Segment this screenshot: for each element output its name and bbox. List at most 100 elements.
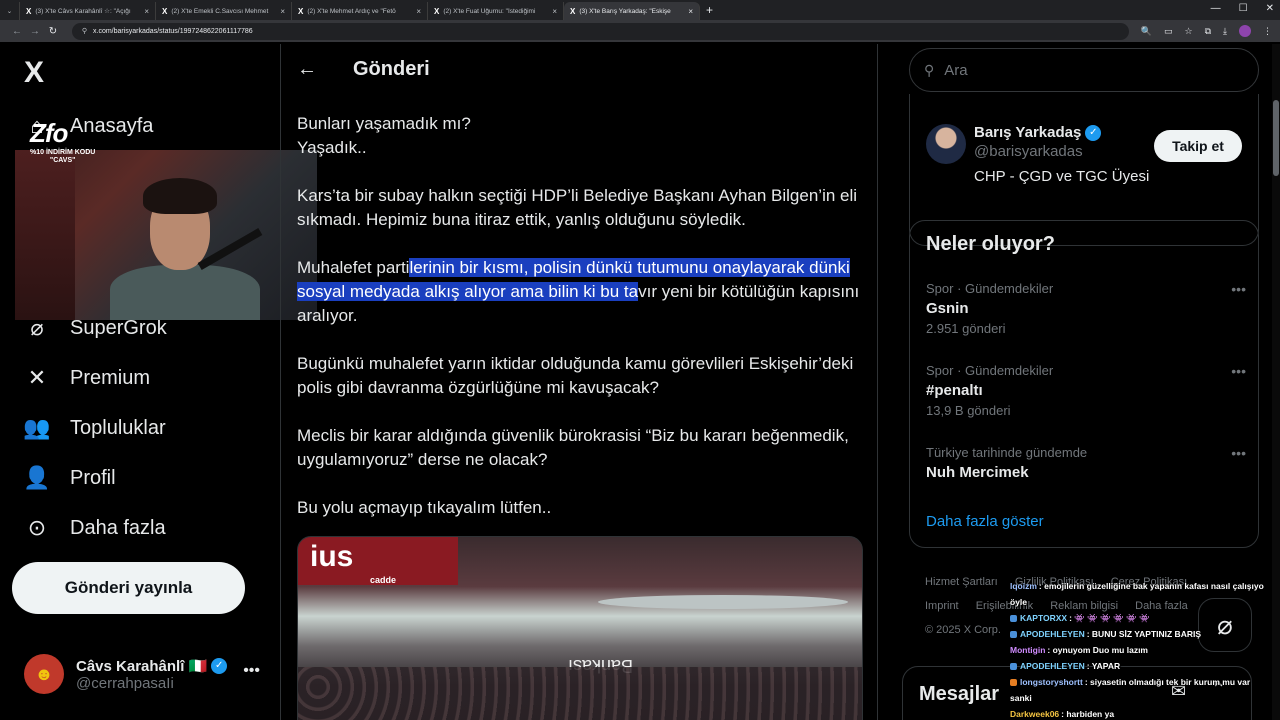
tweet-line: Yaşadık..: [297, 138, 367, 157]
minimize-icon[interactable]: —: [1211, 3, 1221, 14]
avatar: ☻: [24, 654, 64, 694]
trend-item[interactable]: Türkiye tarihinde gündemde Nuh Mercimek …: [926, 445, 1246, 481]
post-header: ← Gönderi: [281, 44, 877, 94]
close-window-icon[interactable]: ✕: [1266, 3, 1274, 14]
tweet-text: Bunları yaşamadık mı? Yaşadık.. Kars’ta b…: [297, 112, 867, 544]
trend-item[interactable]: Spor · Gündemdekiler Gsnin 2.951 gönderi…: [926, 281, 1246, 336]
trend-count: 13,9 B gönderi: [926, 403, 1011, 418]
more-dots-icon[interactable]: •••: [1231, 445, 1246, 461]
chat-text: : harbiden ya: [1061, 709, 1115, 719]
x-favicon-icon: X: [162, 6, 168, 16]
tweet-media-image[interactable]: ius cadde Bankası: [297, 536, 863, 720]
x-logo-icon[interactable]: X: [24, 56, 44, 90]
reload-icon[interactable]: ↻: [44, 26, 62, 37]
tweet-paragraph: Bu yolu açmayıp tıkayalım lütfen..: [297, 498, 552, 517]
tab-list-button[interactable]: ⌄: [0, 2, 20, 20]
trends-panel: Neler oluyor? Spor · Gündemdekiler Gsnin…: [909, 220, 1259, 548]
nav-label: Topluluklar: [70, 416, 166, 439]
search-input[interactable]: [944, 61, 1225, 79]
site-info-icon[interactable]: ⚲: [82, 27, 87, 35]
close-icon[interactable]: ×: [280, 7, 285, 16]
show-more-link[interactable]: Daha fazla göster: [926, 513, 1044, 530]
trends-title: Neler oluyor?: [926, 233, 1055, 255]
browser-tab[interactable]: X (2) X'te Fuat Uğurnu: "İstediğimi ×: [428, 2, 564, 20]
new-tab-button[interactable]: +: [706, 3, 713, 17]
back-icon[interactable]: ←: [8, 26, 26, 37]
nav-item-communities[interactable]: 👥 Topluluklar: [22, 408, 166, 448]
footer-link[interactable]: Hizmet Şartları: [925, 576, 998, 588]
close-icon[interactable]: ×: [688, 7, 693, 16]
x-favicon-icon: X: [570, 6, 576, 16]
maximize-icon[interactable]: ☐: [1239, 3, 1248, 14]
cast-icon[interactable]: ▭: [1164, 26, 1173, 37]
chat-message: Darkweek06: harbiden ya: [1010, 706, 1272, 720]
chat-message: longstoryshortt: siyasetin olmadığı tek …: [1010, 674, 1272, 706]
author-name-row[interactable]: Barış Yarkadaş ✓: [974, 124, 1149, 141]
communities-icon: 👥: [23, 415, 51, 440]
tweet-paragraph: Kars’ta bir subay halkın seçtiği HDP’li …: [297, 186, 858, 229]
chat-text: : emojilerin güzelliğine bak yapanın kaf…: [1010, 581, 1264, 607]
browser-tab-strip: ⌄ X (3) X'te Câvs Karahânlî ☆: "Açığı × X(…: [0, 0, 1280, 20]
chat-text: : 👾 👾 👾 👾 👾 👾: [1069, 613, 1150, 623]
trend-name: #penaltı: [926, 382, 983, 399]
close-icon[interactable]: ×: [552, 7, 557, 16]
url-field[interactable]: ⚲ x.com/barisyarkadas/status/199724862206…: [71, 22, 1129, 40]
profile-avatar[interactable]: [1239, 25, 1252, 37]
chat-username: KAPTORXX: [1020, 613, 1068, 623]
trend-meta: Türkiye tarihinde gündemde: [926, 445, 1088, 460]
zoom-icon[interactable]: 🔍: [1141, 26, 1152, 37]
chat-message: APODEHLEYEN: YAPAR: [1010, 658, 1272, 674]
menu-icon[interactable]: ⋮: [1263, 26, 1272, 37]
more-dots-icon[interactable]: •••: [1231, 363, 1246, 379]
author-handle: @barisyarkadas: [974, 143, 1083, 160]
chat-badge-icon: [1010, 615, 1017, 623]
account-switcher[interactable]: ☻ Câvs Karahânlî 🇮🇹 ✓ @cerrahpasaIi •••: [24, 652, 264, 696]
media-bus-shelter: [598, 595, 848, 609]
search-box[interactable]: ⚲: [909, 48, 1259, 92]
chat-text: : BUNU SİZ YAPTINIZ BARIŞ: [1086, 629, 1202, 639]
extensions-icon[interactable]: ⧉: [1205, 26, 1211, 37]
page-scrollbar[interactable]: [1272, 44, 1280, 720]
follow-button[interactable]: Takip et: [1154, 130, 1242, 162]
scrollbar-thumb[interactable]: [1273, 100, 1279, 176]
close-icon[interactable]: ×: [144, 7, 149, 16]
browser-tab[interactable]: X (3) X'te Câvs Karahânlî ☆: "Açığı ×: [20, 2, 156, 20]
more-dots-icon[interactable]: •••: [243, 662, 260, 680]
tab-title: (3) X'te Barış Yarkadaş: "Eskişe: [579, 7, 671, 15]
chat-username: lqoizm: [1010, 581, 1037, 591]
x-favicon-icon: X: [298, 6, 304, 16]
background-door: [15, 150, 75, 320]
chat-message: lqoizm: emojilerin güzelliğine bak yapan…: [1010, 578, 1272, 610]
nav-item-premium[interactable]: ✕ Premium: [22, 358, 150, 398]
media-store-sign: ius cadde: [298, 537, 458, 585]
trend-item[interactable]: Spor · Gündemdekiler #penaltı 13,9 B gön…: [926, 363, 1246, 418]
chat-message: APODEHLEYEN: BUNU SİZ YAPTINIZ BARIŞ: [1010, 626, 1272, 642]
forward-icon[interactable]: →: [26, 26, 44, 37]
chat-text: : YAPAR: [1086, 661, 1121, 671]
nav-label: Daha fazla: [70, 516, 166, 539]
url-text: x.com/barisyarkadas/status/1997248622061…: [93, 27, 253, 35]
post-button[interactable]: Gönderi yayınla: [12, 562, 245, 614]
star-icon[interactable]: ☆: [1185, 26, 1193, 37]
download-icon[interactable]: ⤓: [1223, 26, 1227, 37]
close-icon[interactable]: ×: [416, 7, 421, 16]
chat-username: APODEHLEYEN: [1020, 661, 1085, 671]
back-arrow-icon[interactable]: ←: [297, 58, 321, 81]
browser-tab-active[interactable]: X (3) X'te Barış Yarkadaş: "Eskişe ×: [564, 2, 700, 20]
trend-count: 2.951 gönderi: [926, 321, 1006, 336]
chat-username: APODEHLEYEN: [1020, 629, 1085, 639]
author-avatar[interactable]: [926, 124, 966, 164]
tab-title: (3) X'te Câvs Karahânlî ☆: "Açığı: [35, 8, 131, 15]
chat-message: Montigin: oynuyom Duo mu lazım: [1010, 642, 1272, 658]
nav-item-more[interactable]: ⊙ Daha fazla: [22, 508, 166, 548]
chat-badge-icon: [1010, 663, 1017, 671]
tweet-text-fragment: Muhalefet parti: [297, 258, 410, 277]
streamer-hair: [143, 178, 217, 214]
more-dots-icon[interactable]: •••: [1231, 281, 1246, 297]
browser-tab[interactable]: X (2) X'te Mehmet Ardıç ve "Fetö ×: [292, 2, 428, 20]
main-column: Bunları yaşamadık mı? Yaşadık.. Kars’ta b…: [280, 44, 878, 720]
browser-tab[interactable]: X (2) X'te Emekli C.Savcısı Mehmet ×: [156, 2, 292, 20]
x-premium-icon: ✕: [27, 365, 47, 390]
nav-item-profile[interactable]: 👤 Profil: [22, 458, 115, 498]
footer-link[interactable]: Imprint: [925, 600, 959, 612]
